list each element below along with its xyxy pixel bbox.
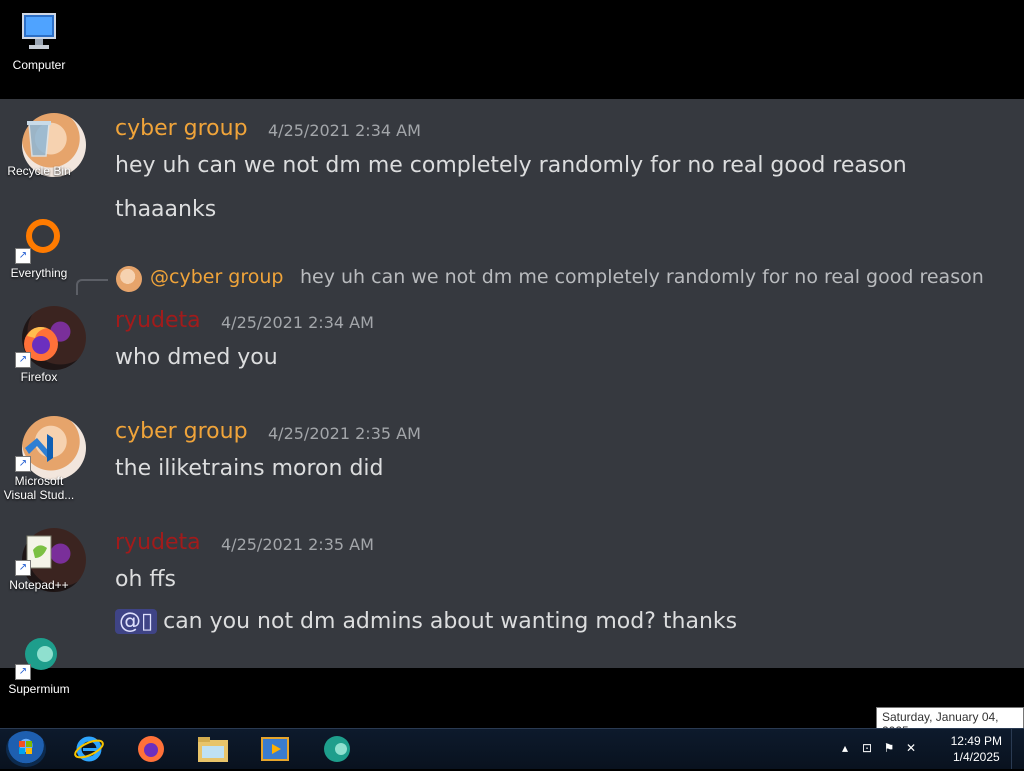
shortcut-arrow-icon: ↗ [15,352,31,368]
taskbar-supermium[interactable] [310,731,364,767]
desktop-icon-label: Recycle Bin [7,164,71,178]
recycle-bin-icon [17,116,61,160]
message-text: @▯ can you not dm admins about wanting mo… [115,609,737,634]
desktop-icon-notepadpp[interactable]: ↗ Notepad++ [1,530,77,592]
message-author[interactable]: ryudeta [115,530,201,555]
taskbar-file-explorer[interactable] [186,731,240,767]
desktop-icon-label: Everything [10,266,68,280]
windows-logo-icon [19,741,32,754]
visual-studio-icon: ↗ [15,426,61,472]
desktop-icon-label: Computer [12,58,66,72]
desktop-icon-supermium[interactable]: ↗ Supermium [1,634,77,696]
user-mention[interactable]: @▯ [115,609,158,634]
desktop-icon-label: Notepad++ [9,578,69,592]
shortcut-arrow-icon: ↗ [15,560,31,576]
desktop-icon-visual-studio[interactable]: ↗ Microsoft Visual Stud... [1,426,77,502]
shortcut-arrow-icon: ↗ [15,664,31,680]
firefox-icon: ↗ [15,322,61,368]
clock-date: 1/4/2025 [952,750,1000,764]
message-author[interactable]: cyber group [115,116,248,141]
supermium-icon: ↗ [15,634,61,680]
message-text-content: can you not dm admins about wanting mod?… [163,609,738,634]
desktop-icon-recycle-bin[interactable]: Recycle Bin [1,116,77,178]
desktop-icon-label: Firefox [20,370,58,384]
reply-connector [76,279,108,295]
start-button[interactable] [6,731,46,767]
reply-avatar [116,266,142,292]
network-icon[interactable]: ⊡ [860,741,874,755]
message-author[interactable]: cyber group [115,419,248,444]
desktop-icon-firefox[interactable]: ↗ Firefox [1,322,77,384]
volume-muted-icon[interactable]: ✕ [904,741,918,755]
computer-icon [17,10,61,54]
notepadpp-icon: ↗ [15,530,61,576]
internet-explorer-icon [74,736,104,762]
taskbar: ▴ ⊡ ⚑ ✕ 12:49 PM 1/4/2025 [0,728,1024,769]
firefox-icon [138,736,164,762]
taskbar-firefox[interactable] [124,731,178,767]
action-center-flag-icon[interactable]: ⚑ [882,741,896,755]
show-hidden-icons-icon[interactable]: ▴ [838,741,852,755]
shortcut-arrow-icon: ↗ [15,456,31,472]
message-timestamp: 4/25/2021 2:34 AM [221,313,374,332]
message-author[interactable]: ryudeta [115,308,201,333]
message-timestamp: 4/25/2021 2:35 AM [221,535,374,554]
clock[interactable]: 12:49 PM 1/4/2025 [951,733,1002,765]
show-desktop-button[interactable] [1011,729,1024,769]
message-timestamp: 4/25/2021 2:34 AM [268,121,421,140]
message-text: who dmed you [115,345,278,370]
system-tray: ▴ ⊡ ⚑ ✕ 12:49 PM 1/4/2025 [834,729,1024,769]
message-text: hey uh can we not dm me completely rando… [115,153,907,178]
message-text: oh ffs [115,567,177,592]
media-player-icon [261,737,289,761]
desktop-icon-label: Supermium [8,682,70,696]
desktop-icon-label: Microsoft Visual Stud... [3,474,75,502]
reply-text[interactable]: hey uh can we not dm me completely rando… [300,266,984,288]
supermium-icon [324,736,350,762]
message-text: thaaanks [115,197,217,222]
reply-author[interactable]: @cyber group [150,266,283,288]
everything-icon: ↗ [15,218,61,264]
taskbar-media-player[interactable] [248,731,302,767]
file-explorer-icon [198,737,228,762]
shortcut-arrow-icon: ↗ [15,248,31,264]
clock-time: 12:49 PM [950,734,1002,748]
message-timestamp: 4/25/2021 2:35 AM [268,424,421,443]
message-text: the iliketrains moron did [115,456,384,481]
desktop-icon-everything[interactable]: ↗ Everything [1,218,77,280]
desktop-icon-computer[interactable]: Computer [1,10,77,72]
taskbar-internet-explorer[interactable] [62,731,116,767]
